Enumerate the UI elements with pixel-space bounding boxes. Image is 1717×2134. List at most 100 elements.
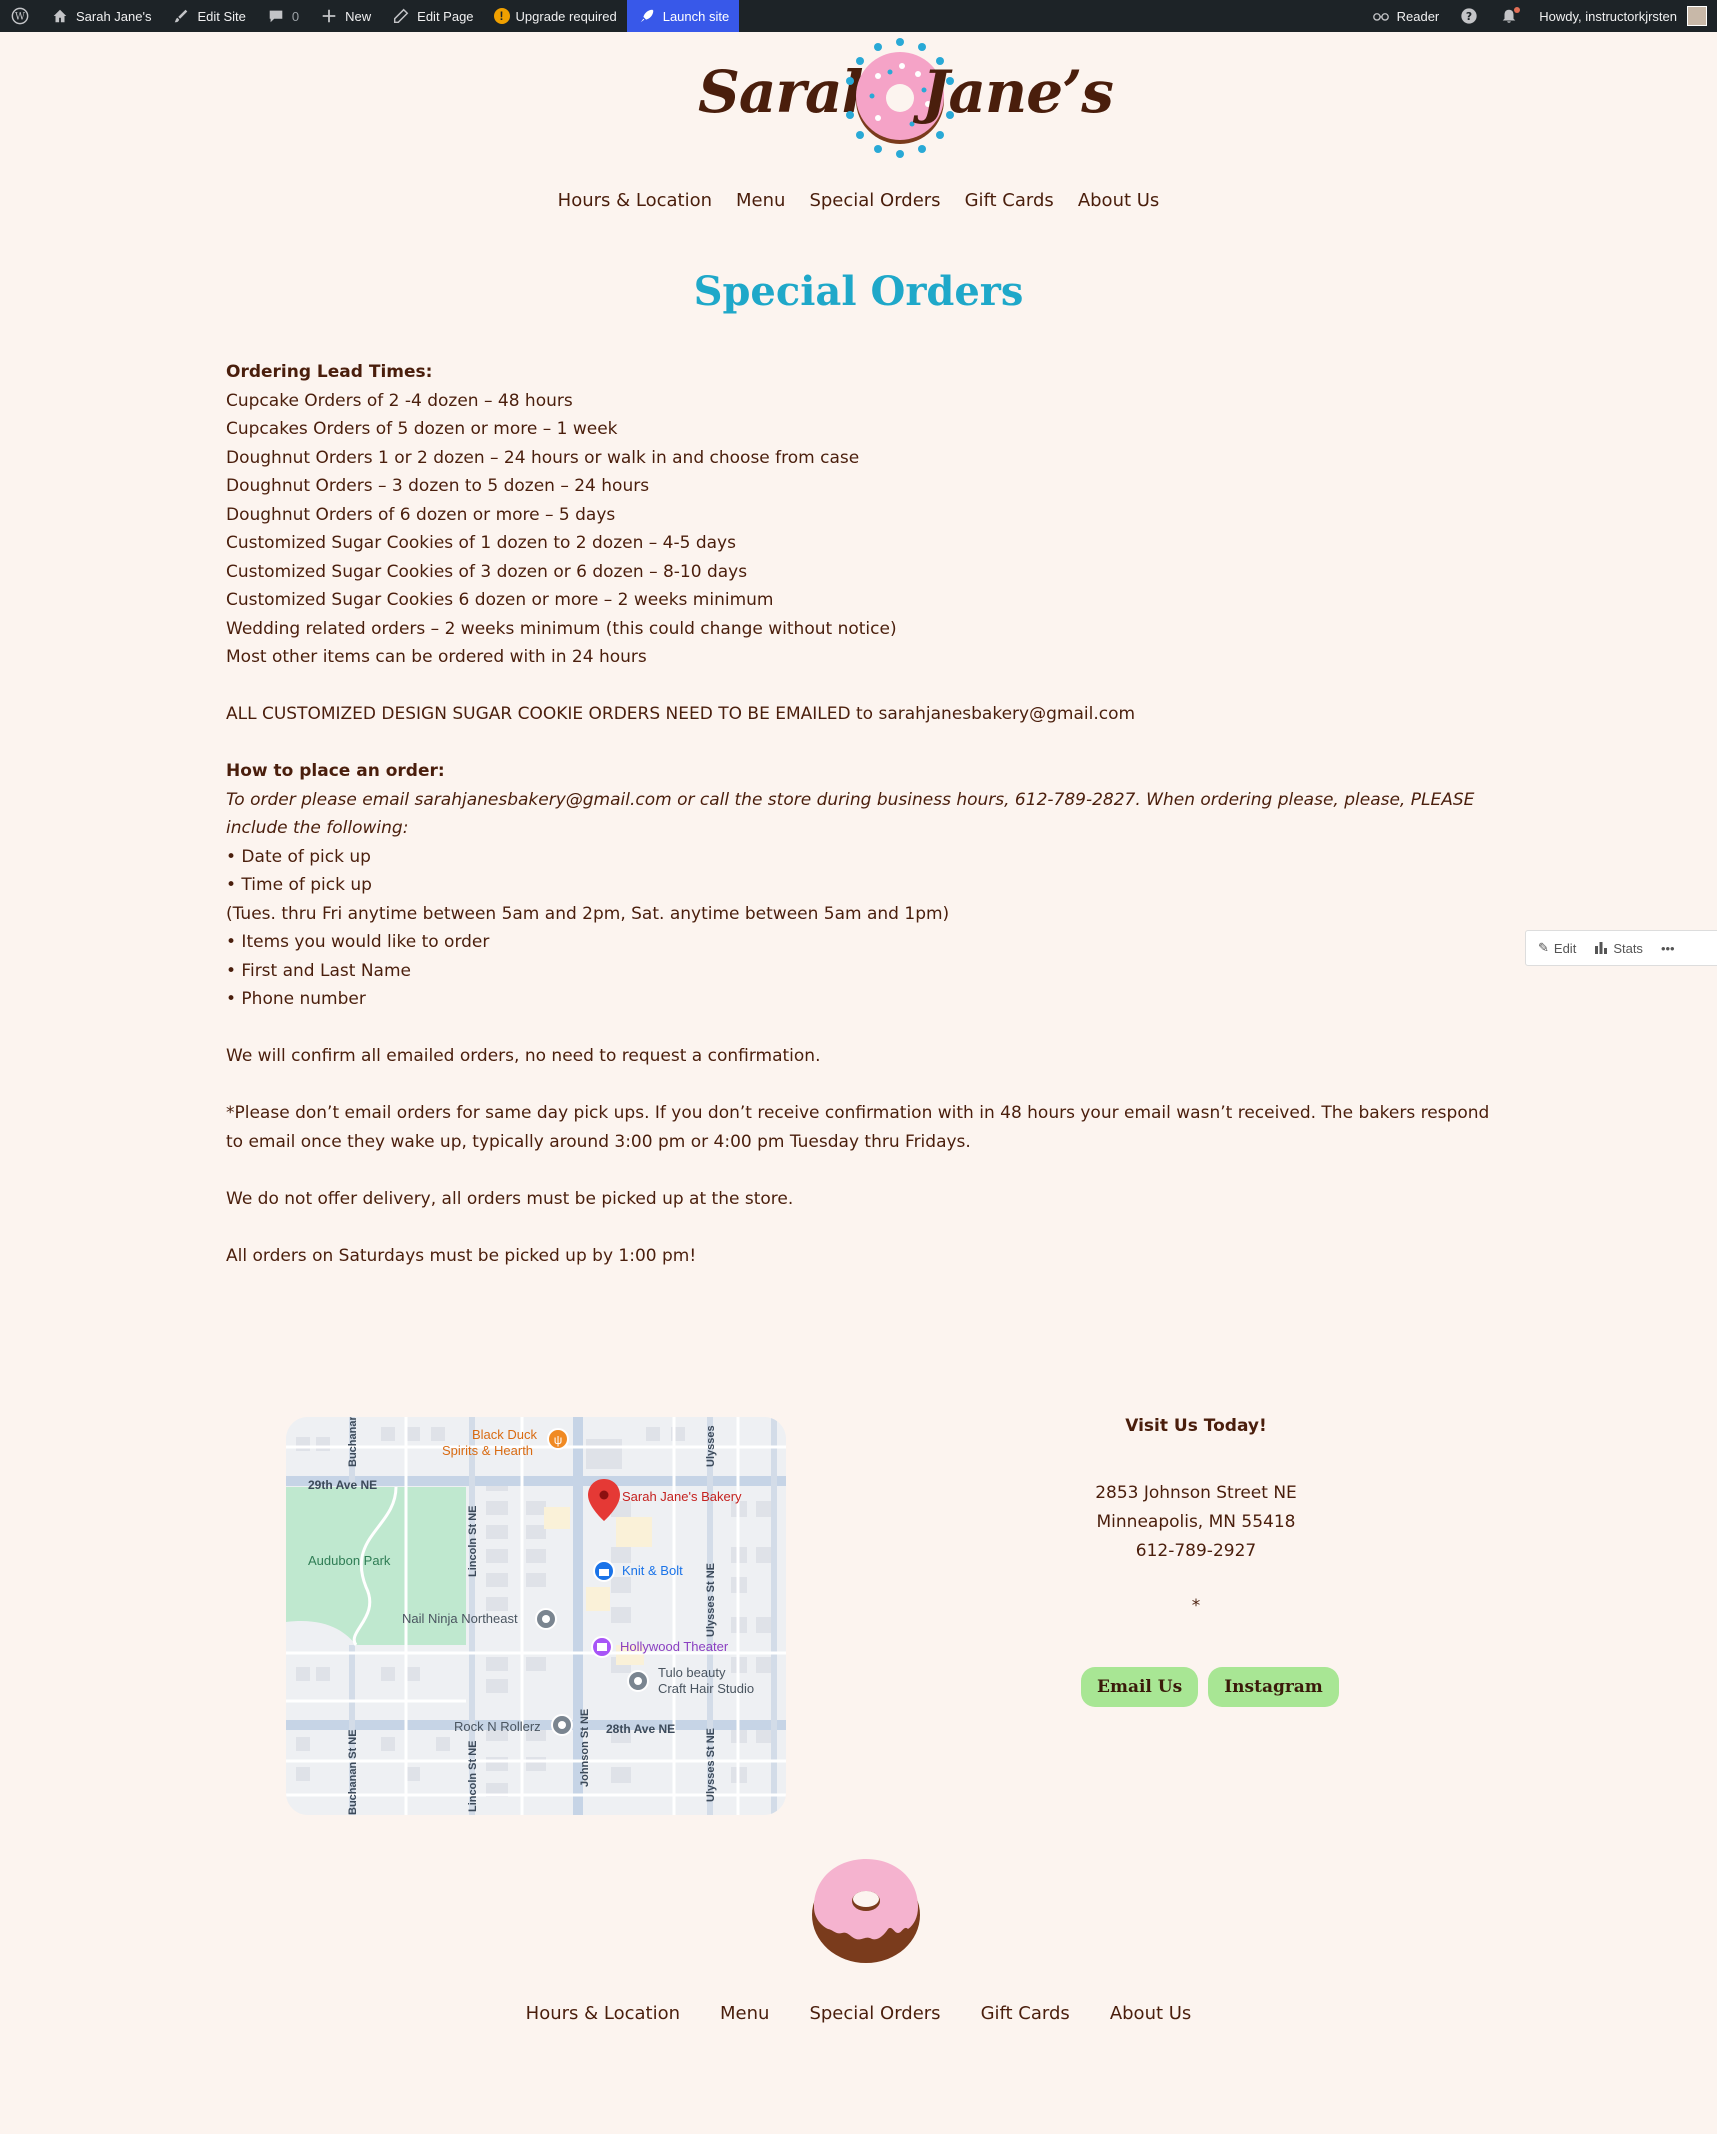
visit-us-block: Visit Us Today! 2853 Johnson Street NE M… — [1000, 1412, 1392, 1621]
stats-action-label: Stats — [1613, 940, 1643, 956]
lead-time-item: Wedding related orders – 2 weeks minimum… — [226, 618, 897, 639]
lead-time-item: Most other items can be ordered with in … — [226, 647, 647, 667]
same-day-note: *Please don’t email orders for same day … — [226, 1103, 1490, 1152]
stats-action[interactable]: Stats — [1594, 940, 1643, 957]
order-requirement-item: • First and Last Name — [226, 960, 411, 981]
nav-special-orders[interactable]: Special Orders — [809, 190, 940, 211]
svg-text:?: ? — [1466, 10, 1472, 23]
notifications-button[interactable] — [1489, 0, 1529, 32]
instagram-button[interactable]: Instagram — [1208, 1667, 1339, 1707]
home-icon — [50, 6, 70, 26]
lead-time-item: Customized Sugar Cookies of 3 dozen or 6… — [226, 561, 748, 582]
black-duck-pin-icon[interactable]: ψ — [547, 1428, 569, 1450]
new-content-button[interactable]: New — [309, 0, 381, 32]
knit-bolt-pin-icon[interactable] — [593, 1560, 615, 1582]
map-label-bakery: Sarah Jane's Bakery — [622, 1489, 742, 1504]
nav-menu[interactable]: Menu — [736, 190, 785, 211]
site-name-label: Sarah Jane's — [76, 8, 152, 24]
nail-ninja-pin-icon[interactable] — [535, 1608, 557, 1630]
edit-page-button[interactable]: Edit Page — [381, 0, 483, 32]
tulo-pin-icon[interactable] — [627, 1670, 649, 1692]
footer-nav-menu[interactable]: Menu — [720, 2003, 769, 2024]
nav-gift-cards[interactable]: Gift Cards — [965, 190, 1054, 211]
map-label-28th-ave: 28th Ave NE — [606, 1722, 675, 1736]
site-logo[interactable]: Sarah Jane’s — [690, 36, 1114, 164]
bar-chart-icon — [1594, 940, 1608, 957]
edit-site-button[interactable]: Edit Site — [161, 0, 255, 32]
edit-action-label: Edit — [1553, 940, 1577, 956]
lead-time-item: Customized Sugar Cookies of 1 dozen to 2… — [226, 533, 736, 553]
primary-nav: Hours & Location Menu Special Orders Gif… — [0, 190, 1717, 211]
order-requirement-item: • Items you would like to order — [226, 932, 490, 952]
footer-nav-special-orders[interactable]: Special Orders — [809, 2003, 940, 2024]
upgrade-button[interactable]: ! Upgrade required — [484, 0, 627, 32]
pencil-icon: ✎ — [1538, 940, 1549, 955]
footer-donut-icon — [812, 1859, 920, 1963]
email-us-button[interactable]: Email Us — [1081, 1667, 1199, 1707]
location-map[interactable]: 29th Ave NE 28th Ave NE Lincoln St NE Li… — [286, 1417, 786, 1815]
lead-time-item: Doughnut Orders – 3 dozen to 5 dozen – 2… — [226, 476, 650, 496]
more-icon: ••• — [1660, 940, 1675, 956]
contact-buttons: Email Us Instagram — [1081, 1667, 1339, 1707]
brush-icon — [171, 6, 191, 26]
svg-text:W: W — [15, 12, 26, 23]
map-label-hollywood: Hollywood Theater — [620, 1639, 729, 1654]
order-requirement-item: • Time of pick up — [226, 875, 372, 895]
account-menu[interactable]: Howdy, instructorkjrsten — [1529, 0, 1717, 32]
nav-about-us[interactable]: About Us — [1078, 190, 1160, 211]
rock-rollerz-pin-icon[interactable] — [551, 1714, 573, 1736]
map-label-29th-ave: 29th Ave NE — [308, 1478, 377, 1492]
lead-times-heading: Ordering Lead Times: — [226, 362, 433, 382]
address-city: Minneapolis, MN 55418 — [1096, 1512, 1296, 1532]
reader-button[interactable]: Reader — [1361, 0, 1450, 32]
how-to-order-heading: How to place an order: — [226, 761, 445, 781]
help-button[interactable]: ? — [1449, 0, 1489, 32]
map-label-audubon-park: Audubon Park — [308, 1553, 391, 1568]
post-actions-bar: ✎ Edit Stats ••• — [1525, 930, 1717, 966]
wordpress-icon: W — [10, 6, 30, 26]
saturday-note: All orders on Saturdays must be picked u… — [226, 1245, 697, 1266]
map-label-lincoln-lower: Lincoln St NE — [467, 1741, 479, 1813]
lead-time-item: Cupcake Orders of 2 -4 dozen – 48 hours — [226, 390, 573, 411]
launch-site-button[interactable]: Launch site — [626, 0, 740, 32]
footer-nav-gift-cards[interactable]: Gift Cards — [981, 2003, 1070, 2024]
upgrade-label: Upgrade required — [515, 8, 617, 24]
hollywood-pin-icon[interactable] — [591, 1636, 613, 1658]
map-label-lincoln: Lincoln St NE — [467, 1506, 479, 1578]
svg-text:ψ: ψ — [554, 1433, 563, 1447]
map-label-rock-rollerz: Rock N Rollerz — [454, 1719, 541, 1734]
how-to-order-intro: To order please email sarahjanesbakery@g… — [226, 789, 1475, 839]
page-content: Ordering Lead Times: Cupcake Orders of 2… — [226, 358, 1496, 1270]
lead-time-item: Doughnut Orders 1 or 2 dozen – 24 hours … — [226, 447, 860, 468]
wordpress-menu[interactable]: W — [0, 0, 40, 32]
launch-site-label: Launch site — [662, 8, 730, 24]
pickup-hours-note: (Tues. thru Fri anytime between 5am and … — [226, 903, 950, 924]
nav-hours-location[interactable]: Hours & Location — [558, 190, 712, 211]
bell-icon — [1499, 6, 1521, 26]
more-actions[interactable]: ••• — [1661, 941, 1675, 956]
comments-count: 0 — [291, 8, 300, 24]
map-label-nail-ninja: Nail Ninja Northeast — [402, 1611, 518, 1626]
footer-nav: Hours & Location Menu Special Orders Gif… — [0, 2003, 1717, 2024]
lead-time-item: Customized Sugar Cookies 6 dozen or more… — [226, 590, 774, 610]
footer-nav-about-us[interactable]: About Us — [1110, 2003, 1192, 2024]
warning-icon: ! — [493, 8, 510, 24]
footer-nav-hours-location[interactable]: Hours & Location — [526, 2003, 680, 2024]
map-label-tulo-2: Craft Hair Studio — [658, 1681, 754, 1696]
visit-us-heading: Visit Us Today! — [1125, 1416, 1267, 1436]
map-label-tulo-1: Tulo beauty — [658, 1665, 726, 1680]
edit-action[interactable]: ✎ Edit — [1538, 940, 1576, 956]
asterisk-divider: * — [1191, 1596, 1201, 1616]
comments-button[interactable]: 0 — [256, 0, 309, 32]
edit-site-label: Edit Site — [197, 8, 246, 24]
map-label-ulysses-lower: Ulysses St NE — [705, 1728, 717, 1802]
map-label-black-duck-2: Spirits & Hearth — [442, 1443, 533, 1458]
custom-cookie-notice: ALL CUSTOMIZED DESIGN SUGAR COOKIE ORDER… — [226, 704, 1136, 724]
map-label-buchanan-bottom: Buchanan St NE — [347, 1729, 359, 1815]
plus-icon — [319, 6, 339, 26]
confirmation-note: We will confirm all emailed orders, no n… — [226, 1046, 821, 1066]
site-name-menu[interactable]: Sarah Jane's — [40, 0, 161, 32]
order-requirement-item: • Phone number — [226, 989, 366, 1009]
delivery-note: We do not offer delivery, all orders mus… — [226, 1188, 794, 1209]
lead-time-item: Doughnut Orders of 6 dozen or more – 5 d… — [226, 504, 616, 525]
